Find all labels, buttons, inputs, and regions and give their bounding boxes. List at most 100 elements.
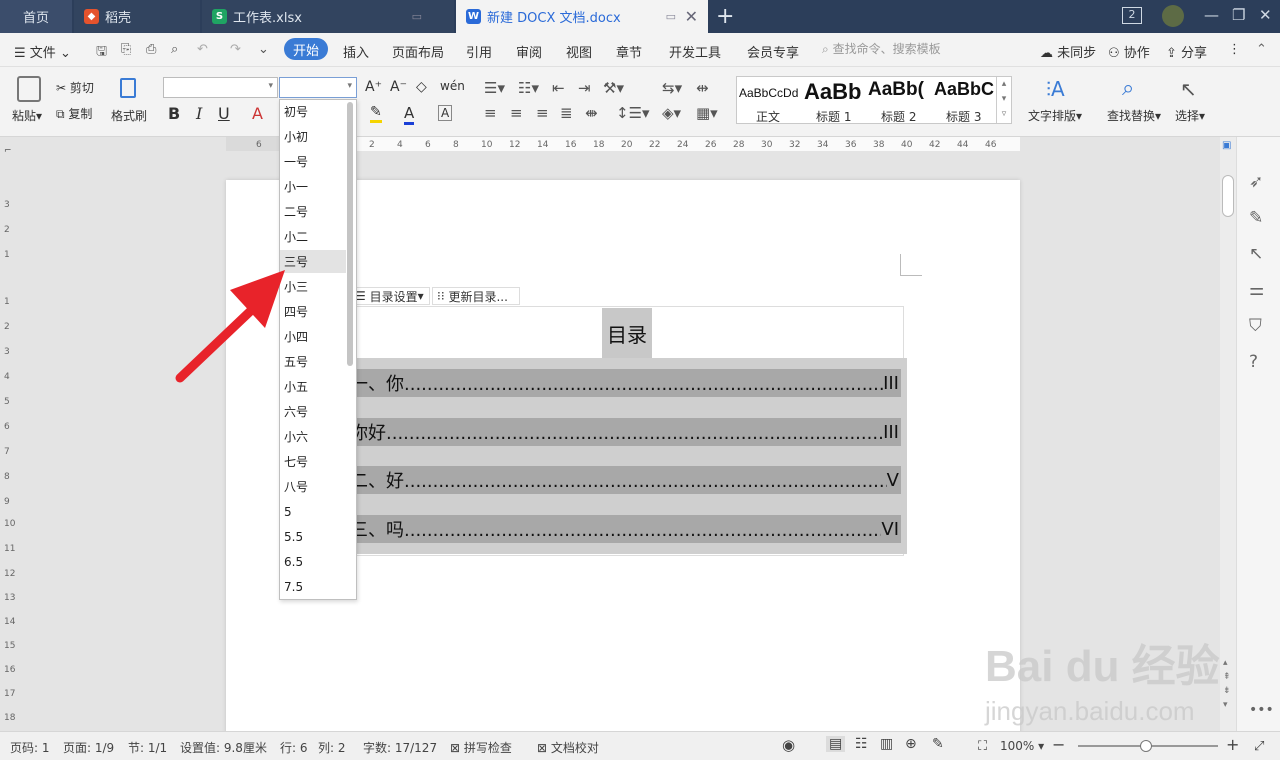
print-icon[interactable]: ⎙ — [146, 42, 156, 57]
borders-icon[interactable]: ▦▾ — [696, 104, 718, 122]
bold-button[interactable]: B — [168, 104, 180, 123]
copy-button[interactable]: ⧉ 复制 — [56, 105, 92, 122]
status-words[interactable]: 字数: 17/127 — [363, 739, 437, 756]
save-icon[interactable]: 🖫 — [96, 42, 107, 64]
style-h2[interactable]: 标题 2 — [881, 108, 916, 125]
align-right-icon[interactable]: ≡ — [536, 104, 549, 122]
font-size-option[interactable]: 七号 — [280, 450, 346, 473]
find-replace-button[interactable]: 查找替换▾ — [1107, 107, 1161, 124]
font-size-option[interactable]: 小一 — [280, 175, 346, 198]
grow-font-icon[interactable]: A⁺ — [365, 79, 382, 95]
line-spacing-icon[interactable]: ↕☰▾ — [616, 104, 650, 122]
style-normal[interactable]: 正文 — [756, 108, 780, 125]
more-options-icon[interactable]: ••• — [1249, 702, 1274, 718]
restore-icon[interactable]: ❐ — [1232, 6, 1245, 24]
distributed-icon[interactable]: ⇼ — [585, 104, 598, 122]
rocket-icon[interactable]: ➶ — [1249, 172, 1263, 192]
status-setting[interactable]: 设置值: 9.8厘米 — [180, 739, 267, 756]
toc-entry[interactable]: 三、吗.....................................… — [350, 515, 901, 543]
tab-view[interactable]: 视图 — [566, 42, 592, 61]
export-icon[interactable]: ⎘ — [121, 42, 131, 57]
write-view-icon[interactable]: ✎ — [932, 736, 944, 752]
format-painter-icon[interactable] — [120, 78, 136, 98]
tab-references[interactable]: 引用 — [466, 42, 492, 61]
fit-page-icon[interactable]: ⛶ — [978, 739, 987, 754]
decrease-indent-icon[interactable]: ⇤ — [552, 79, 565, 97]
style-h1-preview[interactable]: AaBb — [804, 79, 861, 105]
text-layout-button[interactable]: 文字排版▾ — [1028, 107, 1082, 124]
tab-start[interactable]: 开始 — [284, 38, 328, 60]
toc-entry[interactable]: 一、你.....................................… — [350, 369, 901, 397]
spell-check-button[interactable]: ⊠ 拼写检查 — [450, 739, 512, 756]
style-normal-preview[interactable]: AaBbCcDd — [739, 86, 798, 100]
select-cursor-icon[interactable]: ↖ — [1180, 77, 1197, 101]
cursor-icon[interactable]: ↖ — [1249, 244, 1263, 264]
quick-access-dropdown-icon[interactable]: ⌄ — [258, 42, 269, 57]
font-size-option[interactable]: 5.5 — [280, 525, 346, 548]
tab-insert[interactable]: 插入 — [343, 42, 369, 61]
style-h1[interactable]: 标题 1 — [816, 108, 851, 125]
file-menu[interactable]: ☰ 文件 ⌄ — [14, 42, 71, 61]
underline-button[interactable]: U — [218, 104, 230, 123]
avatar[interactable] — [1162, 5, 1184, 27]
font-size-select[interactable]: ▾ — [279, 77, 357, 98]
collab-button[interactable]: ⚇ 协作 — [1108, 42, 1150, 61]
phonetic-icon[interactable]: wén — [440, 79, 465, 93]
vertical-scrollbar[interactable] — [1220, 137, 1236, 731]
find-icon[interactable]: ⌕ — [1122, 76, 1134, 101]
font-size-option[interactable]: 7.5 — [280, 575, 346, 598]
font-size-option[interactable]: 小二 — [280, 225, 346, 248]
window-close-icon[interactable]: ✕ — [1259, 6, 1272, 24]
scroll-top-icon[interactable]: ▣ — [1222, 140, 1231, 151]
status-row[interactable]: 行: 6 — [280, 739, 308, 756]
font-size-option[interactable]: 六号 — [280, 400, 346, 423]
tab-stop-icon[interactable]: ⌐ — [4, 146, 12, 156]
font-name-select[interactable]: ▾ — [163, 77, 278, 98]
increase-indent-icon[interactable]: ⇥ — [578, 79, 591, 97]
window-count-badge[interactable]: 2 — [1122, 7, 1142, 24]
zoom-slider-handle[interactable] — [1140, 740, 1152, 752]
close-icon[interactable]: ✕ — [685, 7, 698, 26]
select-button[interactable]: 选择▾ — [1175, 107, 1205, 124]
font-size-option[interactable]: 一号 — [280, 150, 346, 173]
status-page-number[interactable]: 页码: 1 — [10, 739, 50, 756]
font-size-option[interactable]: 小初 — [280, 125, 346, 148]
tab-docer[interactable]: ◆ 稻壳 — [74, 0, 200, 33]
new-tab-button[interactable]: + — [716, 4, 734, 29]
page-nav-buttons[interactable]: ▴ ⇞ ⇟ ▾ — [1223, 656, 1231, 712]
strikethrough-icon[interactable]: A — [252, 104, 263, 123]
help-icon[interactable]: ? — [1249, 352, 1258, 372]
sync-button[interactable]: ☁ 未同步 — [1040, 42, 1096, 61]
eye-protection-icon[interactable]: ◉ — [782, 736, 795, 754]
status-page[interactable]: 页面: 1/9 — [63, 739, 114, 756]
outline-view-icon[interactable]: ☷ — [855, 736, 868, 752]
status-section[interactable]: 节: 1/1 — [128, 739, 167, 756]
tab-spreadsheet[interactable]: S 工作表.xlsx ▭ — [202, 0, 454, 33]
font-size-option[interactable]: 八号 — [280, 475, 346, 498]
clear-format-icon[interactable]: ◇ — [416, 79, 427, 95]
style-h3-preview[interactable]: AaBbC — [934, 79, 994, 100]
toc-update-button[interactable]: ⁝⁝ 更新目录... — [432, 287, 520, 305]
paste-button[interactable]: 粘贴▾ — [12, 107, 42, 124]
font-size-option[interactable]: 6.5 — [280, 550, 346, 573]
tab-page-layout[interactable]: 页面布局 — [392, 42, 444, 61]
tab-developer[interactable]: 开发工具 — [669, 42, 721, 61]
tab-home[interactable]: 首页 — [0, 0, 72, 33]
cut-button[interactable]: ✂ 剪切 — [56, 79, 94, 96]
web-view-icon[interactable]: ⊕ — [905, 736, 917, 752]
font-color-icon[interactable]: A — [404, 104, 415, 125]
shading-icon[interactable]: ◈▾ — [662, 104, 681, 122]
numbered-list-icon[interactable]: ☷▾ — [518, 79, 539, 97]
char-border-icon[interactable]: A — [438, 105, 453, 121]
format-painter-button[interactable]: 格式刷 — [111, 107, 147, 124]
tab-review[interactable]: 审阅 — [516, 42, 542, 61]
more-icon[interactable]: ⋮ — [1228, 42, 1241, 57]
settings-sliders-icon[interactable]: ⚌ — [1249, 280, 1264, 300]
redo-icon[interactable]: ↷ — [230, 42, 241, 57]
toc-entry[interactable]: 二、好.....................................… — [350, 466, 901, 494]
minimize-icon[interactable]: — — [1204, 6, 1219, 24]
align-center-icon[interactable]: ≡ — [510, 104, 523, 122]
share-button[interactable]: ⇪ 分享 — [1166, 42, 1207, 61]
status-col[interactable]: 列: 2 — [318, 739, 346, 756]
tab-document[interactable]: W 新建 DOCX 文档.docx ▭ ✕ — [456, 0, 708, 33]
